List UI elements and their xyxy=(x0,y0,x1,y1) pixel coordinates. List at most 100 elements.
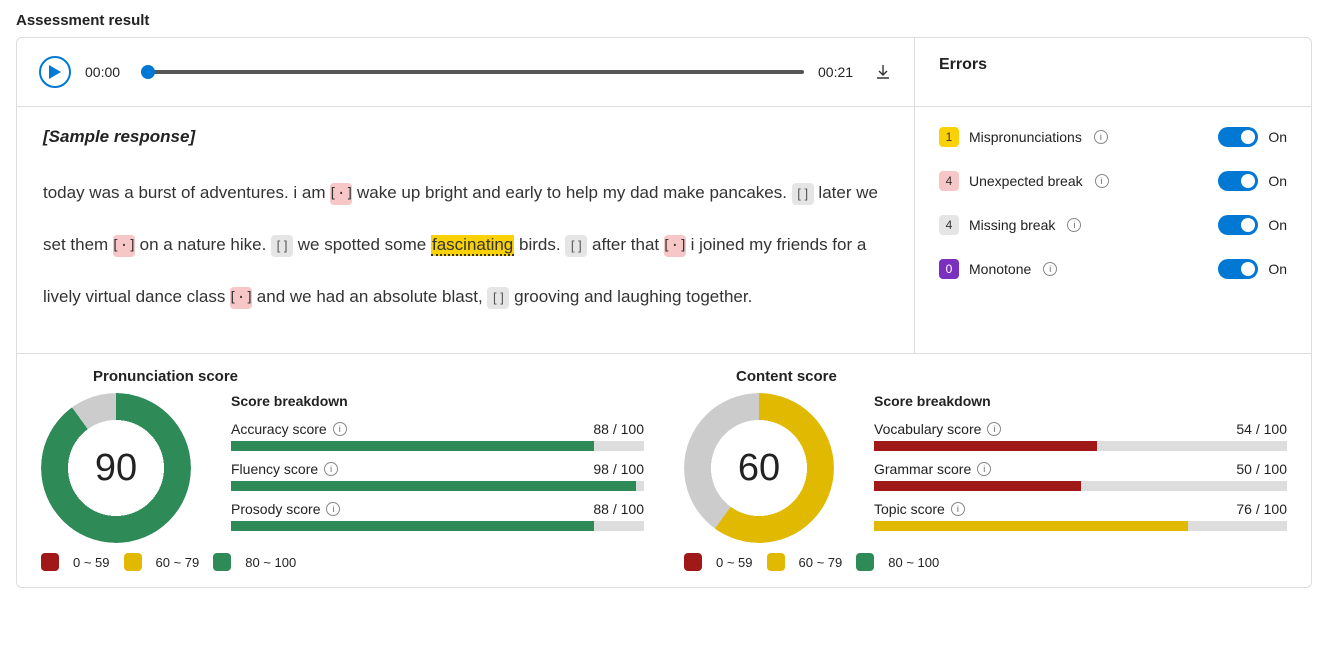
score-title: Content score xyxy=(736,368,1287,385)
error-item: 0 Monotone i On xyxy=(939,247,1287,291)
mispronounced-word[interactable]: fascinating xyxy=(431,235,514,256)
toggle-state: On xyxy=(1268,129,1287,145)
legend-swatch-high xyxy=(213,553,231,571)
breakdown-bar xyxy=(874,521,1287,531)
score-donut: 60 xyxy=(684,393,834,543)
info-icon[interactable]: i xyxy=(951,502,965,516)
error-item: 1 Mispronunciations i On xyxy=(939,115,1287,159)
info-icon[interactable]: i xyxy=(977,462,991,476)
error-label: Monotone xyxy=(969,261,1031,277)
toggle-state: On xyxy=(1268,173,1287,189)
breakdown-value: 50 / 100 xyxy=(1236,461,1287,477)
seek-slider[interactable] xyxy=(141,62,804,82)
legend-label-low: 0 ~ 59 xyxy=(716,555,753,570)
breakdown-value: 88 / 100 xyxy=(593,501,644,517)
legend-swatch-mid xyxy=(124,553,142,571)
unexpected-break-marker[interactable]: [·] xyxy=(230,287,252,309)
error-item: 4 Missing break i On xyxy=(939,203,1287,247)
info-icon[interactable]: i xyxy=(987,422,1001,436)
audio-player: 00:00 00:21 xyxy=(17,38,915,106)
breakdown-bar xyxy=(231,521,644,531)
error-label: Unexpected break xyxy=(969,173,1083,189)
legend-label-mid: 60 ~ 79 xyxy=(156,555,200,570)
error-label: Mispronunciations xyxy=(969,129,1082,145)
error-toggle[interactable] xyxy=(1218,215,1258,235)
legend-swatch-mid xyxy=(767,553,785,571)
breakdown-title: Score breakdown xyxy=(874,393,1287,409)
sample-response-label: [Sample response] xyxy=(43,127,888,147)
breakdown-label: Accuracy scorei xyxy=(231,421,347,437)
missing-break-marker[interactable]: [ ] xyxy=(487,287,509,309)
toggle-state: On xyxy=(1268,261,1287,277)
breakdown-bar xyxy=(874,481,1287,491)
breakdown-value: 88 / 100 xyxy=(593,421,644,437)
error-count-badge: 4 xyxy=(939,215,959,235)
page-title: Assessment result xyxy=(16,12,1312,29)
legend-label-mid: 60 ~ 79 xyxy=(799,555,843,570)
score-title: Pronunciation score xyxy=(93,368,644,385)
current-time: 00:00 xyxy=(85,64,127,80)
info-icon[interactable]: i xyxy=(1094,130,1108,144)
play-button[interactable] xyxy=(39,56,71,88)
score-legend: 0 ~ 59 60 ~ 79 80 ~ 100 xyxy=(684,553,1287,571)
breakdown-bar xyxy=(874,441,1287,451)
legend-label-low: 0 ~ 59 xyxy=(73,555,110,570)
error-toggle[interactable] xyxy=(1218,127,1258,147)
breakdown-bar xyxy=(231,441,644,451)
breakdown-value: 76 / 100 xyxy=(1236,501,1287,517)
breakdown-label: Grammar scorei xyxy=(874,461,991,477)
info-icon[interactable]: i xyxy=(1095,174,1109,188)
legend-swatch-low xyxy=(41,553,59,571)
errors-list: 1 Mispronunciations i On 4 Unexpected br… xyxy=(915,107,1311,353)
score-legend: 0 ~ 59 60 ~ 79 80 ~ 100 xyxy=(41,553,644,571)
score-value: 90 xyxy=(41,393,191,543)
breakdown-title: Score breakdown xyxy=(231,393,644,409)
play-icon xyxy=(49,65,61,79)
breakdown-row: Prosody scorei 88 / 100 xyxy=(231,501,644,531)
info-icon[interactable]: i xyxy=(326,502,340,516)
breakdown-value: 54 / 100 xyxy=(1236,421,1287,437)
error-toggle[interactable] xyxy=(1218,259,1258,279)
breakdown-row: Fluency scorei 98 / 100 xyxy=(231,461,644,491)
breakdown-label: Topic scorei xyxy=(874,501,965,517)
breakdown-value: 98 / 100 xyxy=(593,461,644,477)
missing-break-marker[interactable]: [ ] xyxy=(792,183,814,205)
errors-heading: Errors xyxy=(939,56,1287,74)
legend-label-high: 80 ~ 100 xyxy=(245,555,296,570)
info-icon[interactable]: i xyxy=(1043,262,1057,276)
missing-break-marker[interactable]: [ ] xyxy=(271,235,293,257)
error-label: Missing break xyxy=(969,217,1055,233)
score-block: Pronunciation score 90 Score breakdown A… xyxy=(41,368,644,571)
legend-label-high: 80 ~ 100 xyxy=(888,555,939,570)
breakdown-label: Vocabulary scorei xyxy=(874,421,1001,437)
unexpected-break-marker[interactable]: [·] xyxy=(330,183,352,205)
error-count-badge: 1 xyxy=(939,127,959,147)
breakdown-row: Accuracy scorei 88 / 100 xyxy=(231,421,644,451)
score-block: Content score 60 Score breakdown Vocabul… xyxy=(684,368,1287,571)
error-item: 4 Unexpected break i On xyxy=(939,159,1287,203)
info-icon[interactable]: i xyxy=(1067,218,1081,232)
toggle-state: On xyxy=(1268,217,1287,233)
download-button[interactable] xyxy=(874,63,892,81)
transcript-text: today was a burst of adventures. i am [·… xyxy=(43,167,888,323)
info-icon[interactable]: i xyxy=(324,462,338,476)
unexpected-break-marker[interactable]: [·] xyxy=(113,235,135,257)
download-icon xyxy=(874,63,892,81)
breakdown-row: Topic scorei 76 / 100 xyxy=(874,501,1287,531)
missing-break-marker[interactable]: [ ] xyxy=(565,235,587,257)
error-count-badge: 4 xyxy=(939,171,959,191)
assessment-panel: 00:00 00:21 Errors [Sample response] tod… xyxy=(16,37,1312,588)
breakdown-row: Vocabulary scorei 54 / 100 xyxy=(874,421,1287,451)
score-value: 60 xyxy=(684,393,834,543)
breakdown-label: Fluency scorei xyxy=(231,461,338,477)
score-donut: 90 xyxy=(41,393,191,543)
info-icon[interactable]: i xyxy=(333,422,347,436)
total-time: 00:21 xyxy=(818,64,860,80)
error-toggle[interactable] xyxy=(1218,171,1258,191)
legend-swatch-high xyxy=(856,553,874,571)
error-count-badge: 0 xyxy=(939,259,959,279)
breakdown-row: Grammar scorei 50 / 100 xyxy=(874,461,1287,491)
breakdown-label: Prosody scorei xyxy=(231,501,340,517)
legend-swatch-low xyxy=(684,553,702,571)
unexpected-break-marker[interactable]: [·] xyxy=(664,235,686,257)
